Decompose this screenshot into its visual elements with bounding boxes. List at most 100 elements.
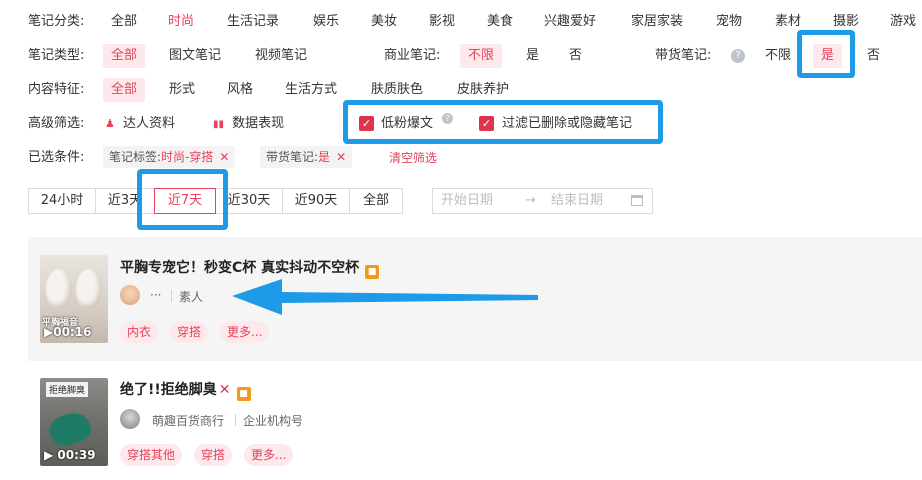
feature-option-skin-care[interactable]: 皮肤养护 <box>457 77 509 103</box>
commercial-option-no[interactable]: 否 <box>569 43 582 69</box>
category-option-food[interactable]: 美食 <box>487 9 513 35</box>
commercial-label: 商业笔记: <box>384 48 441 63</box>
category-option-photo[interactable]: 摄影 <box>833 9 859 35</box>
commercial-option-any[interactable]: 不限 <box>460 44 503 68</box>
category-option-life[interactable]: 生活记录 <box>227 9 279 35</box>
note-title-text[interactable]: 绝了!!拒绝脚臭 <box>120 382 217 398</box>
author-name[interactable]: 萌趣百货商行 <box>152 412 224 429</box>
category-option-game[interactable]: 游戏 <box>890 9 916 35</box>
advanced-label: 高级筛选: <box>28 116 85 131</box>
kol-profile-button[interactable]: ♟ 达人资料 <box>105 111 175 137</box>
category-option-material[interactable]: 素材 <box>775 9 801 35</box>
video-duration: ▶00:16 <box>44 325 91 339</box>
note-tag[interactable]: 内衣 <box>120 321 159 343</box>
divider <box>235 414 236 426</box>
selected-tag-value: 是 <box>318 150 331 164</box>
avatar[interactable] <box>120 409 140 429</box>
low-fans-label[interactable]: 低粉爆文 <box>381 111 433 137</box>
time-option-7d[interactable]: 近7天 <box>154 188 216 214</box>
category-option-film[interactable]: 影视 <box>429 9 455 35</box>
question-circle-icon[interactable]: ? <box>731 49 745 63</box>
video-duration: ▶ 00:39 <box>44 448 96 462</box>
start-date-input[interactable]: 开始日期 <box>441 189 493 213</box>
feature-option-skin-tone[interactable]: 肤质肤色 <box>371 77 423 103</box>
bra-image <box>46 269 72 309</box>
arrow-right-icon: → <box>525 193 536 208</box>
calendar-icon[interactable] <box>631 195 643 206</box>
feature-option-form[interactable]: 形式 <box>169 77 195 103</box>
category-option-all[interactable]: 全部 <box>111 9 137 35</box>
low-fans-checkbox[interactable]: ✓ <box>359 116 374 131</box>
divider <box>171 290 172 302</box>
note-thumbnail[interactable]: 拒绝脚臭 ▶ 00:39 <box>40 378 108 466</box>
kol-profile-label: 达人资料 <box>123 116 176 131</box>
note-tag-more[interactable]: 更多... <box>244 444 294 466</box>
avatar[interactable] <box>120 285 140 305</box>
person-icon: ♟ <box>105 117 115 130</box>
selected-tag-key: 笔记标签: <box>109 150 162 164</box>
thumb-caption: 拒绝脚臭 <box>46 382 89 397</box>
clear-filters-link[interactable]: 清空筛选 <box>389 145 437 171</box>
date-range-picker[interactable]: 开始日期 → 结束日期 <box>432 188 653 214</box>
sock-image <box>46 408 94 450</box>
note-title[interactable]: 平胸专宠它！秒变C杯 真实抖动不空杯 ■ <box>120 257 380 279</box>
bra-image <box>76 269 102 309</box>
feature-option-lifestyle[interactable]: 生活方式 <box>285 77 337 103</box>
category-option-hobby[interactable]: 兴趣爱好 <box>544 9 596 35</box>
author-name[interactable]: ··· <box>150 288 161 302</box>
selected-tag-note-label: 笔记标签:时尚-穿搭 ✕ <box>103 146 236 168</box>
question-circle-icon[interactable]: ? <box>442 113 453 124</box>
data-performance-label: 数据表现 <box>232 116 285 131</box>
note-title-text[interactable]: 平胸专宠它！秒变C杯 真实抖动不空杯 <box>120 260 359 276</box>
feature-label: 内容特征: <box>28 82 85 97</box>
note-card[interactable]: 拒绝脚臭 ▶ 00:39 绝了!!拒绝脚臭 ✕ ■ 萌趣百货商行 企业机构号 穿搭其… <box>28 366 922 480</box>
type-option-video[interactable]: 视频笔记 <box>255 43 307 69</box>
category-option-fashion[interactable]: 时尚 <box>168 9 194 35</box>
category-label: 笔记分类: <box>28 14 85 29</box>
type-label: 笔记类型: <box>28 48 85 63</box>
goods-option-yes[interactable]: 是 <box>813 44 843 68</box>
note-card[interactable]: 平胸福音 ▶00:16 平胸专宠它！秒变C杯 真实抖动不空杯 ■ ··· 素人 内… <box>28 237 922 361</box>
note-thumbnail[interactable]: 平胸福音 ▶00:16 <box>40 255 108 343</box>
note-title[interactable]: 绝了!!拒绝脚臭 ✕ ■ <box>120 379 251 401</box>
filter-deleted-checkbox[interactable]: ✓ <box>479 116 494 131</box>
end-date-input[interactable]: 结束日期 <box>551 189 603 213</box>
category-option-pets[interactable]: 宠物 <box>716 9 742 35</box>
filter-deleted-label[interactable]: 过滤已删除或隐藏笔记 <box>502 111 632 137</box>
close-icon[interactable]: ✕ <box>336 150 346 164</box>
advanced-filter-row: 高级筛选: ♟ 达人资料 ▮▮ 数据表现 ✓ 低粉爆文 ? ✓ 过滤已删除或隐藏… <box>0 111 922 137</box>
selected-tag-value: 时尚-穿搭 <box>161 150 214 164</box>
category-filter-row: 笔记分类: 全部 时尚 生活记录 娱乐 美妆 影视 美食 兴趣爱好 家居家装 宠… <box>0 9 922 35</box>
bar-chart-icon: ▮▮ <box>213 119 225 130</box>
time-option-24h[interactable]: 24小时 <box>28 188 96 214</box>
goods-option-no[interactable]: 否 <box>867 43 880 69</box>
note-tag[interactable]: 穿搭 <box>170 321 209 343</box>
category-option-beauty[interactable]: 美妆 <box>371 9 397 35</box>
category-option-home[interactable]: 家居家装 <box>631 9 683 35</box>
play-icon: ▶ <box>44 448 58 462</box>
commercial-option-yes[interactable]: 是 <box>526 43 539 69</box>
author-type: 素人 <box>179 290 204 304</box>
time-option-all[interactable]: 全部 <box>349 188 403 214</box>
time-option-90d[interactable]: 近90天 <box>282 188 350 214</box>
goods-badge-icon: ■ <box>365 265 380 279</box>
goods-option-any[interactable]: 不限 <box>765 43 791 69</box>
red-cross-icon: ✕ <box>218 382 231 398</box>
selected-tag-key: 带货笔记: <box>266 150 319 164</box>
goods-label: 带货笔记: <box>655 48 712 63</box>
time-option-3d[interactable]: 近3天 <box>95 188 155 214</box>
feature-filter-row: 内容特征: 全部 形式 风格 生活方式 肤质肤色 皮肤养护 <box>0 77 922 103</box>
type-option-all[interactable]: 全部 <box>103 44 146 68</box>
feature-option-style[interactable]: 风格 <box>227 77 253 103</box>
type-option-image[interactable]: 图文笔记 <box>169 43 221 69</box>
close-icon[interactable]: ✕ <box>219 150 229 164</box>
note-tag[interactable]: 穿搭其他 <box>120 444 183 466</box>
note-tag[interactable]: 穿搭 <box>194 444 233 466</box>
goods-badge-icon: ■ <box>236 387 251 401</box>
category-option-entertainment[interactable]: 娱乐 <box>313 9 339 35</box>
data-performance-button[interactable]: ▮▮ 数据表现 <box>213 111 284 138</box>
duration-text: 00:39 <box>57 448 96 462</box>
note-tag-more[interactable]: 更多... <box>220 321 270 343</box>
feature-option-all[interactable]: 全部 <box>103 78 146 102</box>
time-option-30d[interactable]: 近30天 <box>215 188 283 214</box>
